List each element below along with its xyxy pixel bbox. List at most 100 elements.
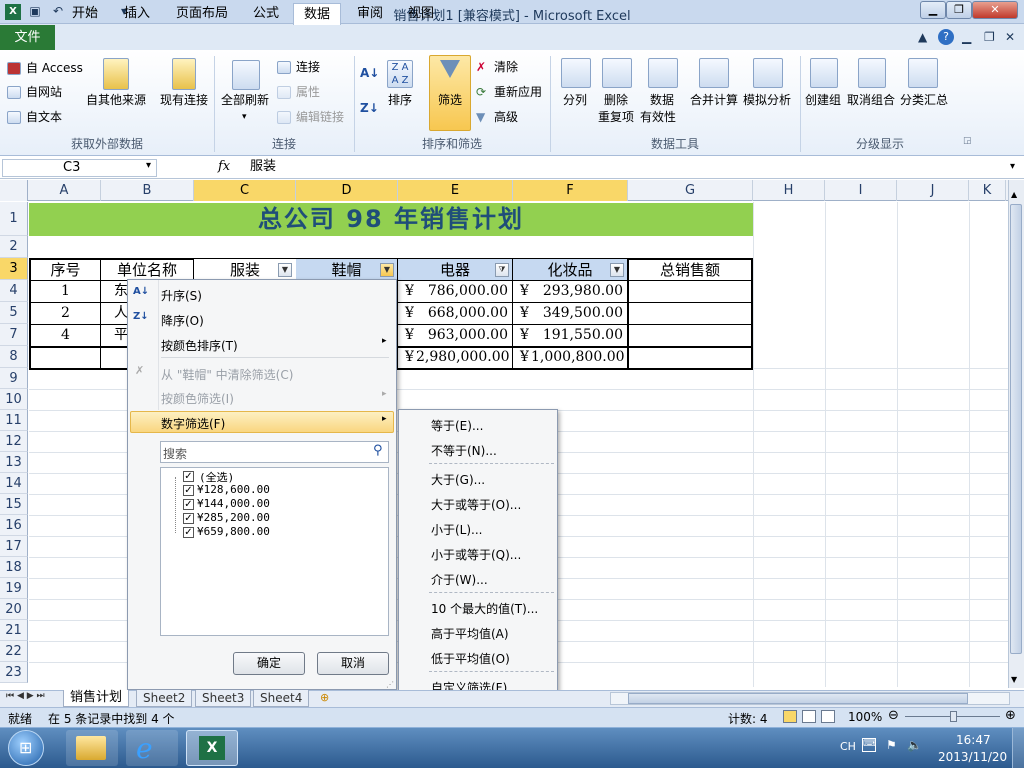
cancel-button[interactable]: 取消 — [317, 652, 389, 675]
col-header-a[interactable]: A — [28, 180, 101, 201]
menu-sort-descending[interactable]: 降序(O) — [161, 312, 204, 329]
row-header[interactable]: 22 — [0, 641, 28, 662]
col-header-d[interactable]: D — [296, 180, 398, 201]
what-if-analysis-button[interactable]: 模拟分析 — [743, 93, 791, 107]
cell-total-electric[interactable]: 2,980,000.00 — [416, 347, 510, 368]
sheet-title-banner[interactable]: 总公司 98 年销售计划 — [29, 203, 753, 236]
row-header[interactable]: 20 — [0, 599, 28, 620]
row-header[interactable]: 12 — [0, 431, 28, 452]
zoom-slider-thumb[interactable] — [950, 711, 957, 722]
menu-sort-by-color[interactable]: 按颜色排序(T) — [161, 337, 238, 354]
submenu-not-equals[interactable]: 不等于(N)... — [431, 442, 497, 459]
submenu-between[interactable]: 介于(W)... — [431, 571, 488, 588]
sort-ascending-icon[interactable]: A↓ — [360, 66, 379, 80]
submenu-less-or-equal[interactable]: 小于或等于(Q)... — [431, 546, 521, 563]
sheet-tab-active[interactable]: 销售计划 — [63, 690, 130, 707]
volume-icon[interactable]: 🔈 — [907, 738, 922, 752]
row-header[interactable]: 13 — [0, 452, 28, 473]
filter-dropdown-icon[interactable]: ▼ — [278, 263, 292, 277]
row-header[interactable]: 23 — [0, 662, 28, 683]
col-header-e[interactable]: E — [398, 180, 513, 201]
clear-button[interactable]: 清除 — [494, 60, 518, 74]
formula-input[interactable]: 服装 — [250, 159, 276, 175]
menu-clear-filter[interactable]: 从 "鞋帽" 中清除筛选(C) — [161, 366, 293, 383]
from-web-button[interactable]: 自网站 — [26, 85, 62, 99]
submenu-top-10[interactable]: 10 个最大的值(T)... — [431, 600, 538, 617]
row-header[interactable]: 5 — [0, 302, 28, 324]
sheet-tab[interactable]: Sheet2 — [136, 690, 193, 707]
submenu-greater-than[interactable]: 大于(G)... — [431, 471, 485, 488]
row-header[interactable]: 9 — [0, 368, 28, 389]
row-header[interactable]: 7 — [0, 324, 28, 346]
submenu-above-average[interactable]: 高于平均值(A) — [431, 625, 509, 642]
filter-active-icon[interactable]: ⧩ — [495, 263, 509, 277]
clock-time[interactable]: 16:47 — [956, 733, 991, 747]
cell-total-cosmetics[interactable]: 1,000,800.00 — [531, 347, 625, 368]
menu-sort-ascending[interactable]: 升序(S) — [161, 287, 202, 304]
edit-links-button[interactable]: 编辑链接 — [296, 110, 344, 124]
col-header-k[interactable]: K — [969, 180, 1006, 201]
ime-icon[interactable]: ⌨ — [862, 738, 876, 752]
cell-electric[interactable]: 668,000.00 — [420, 303, 508, 324]
filter-item-checkbox[interactable]: ✓ — [183, 527, 194, 538]
select-all-corner[interactable] — [0, 180, 28, 201]
cell-cosmetics[interactable]: 349,500.00 — [535, 303, 623, 324]
workbook-minimize-icon[interactable]: ▁ — [962, 30, 971, 44]
select-all-checkbox[interactable]: ✓ — [183, 471, 194, 482]
filter-dropdown-icon[interactable]: ▼ — [380, 263, 394, 277]
tab-view[interactable]: 视图 — [398, 3, 444, 25]
search-icon[interactable]: ⚲ — [373, 443, 383, 458]
page-break-view-icon[interactable] — [821, 710, 835, 723]
row-header[interactable]: 14 — [0, 473, 28, 494]
header-total[interactable]: 总销售额 — [629, 259, 751, 280]
from-access-button[interactable]: 自 Access — [26, 61, 83, 75]
insert-sheet-icon[interactable]: ⊕ — [320, 691, 329, 704]
col-header-i[interactable]: I — [825, 180, 897, 201]
header-seq[interactable]: 序号 — [31, 259, 100, 280]
consolidate-button[interactable]: 合并计算 — [690, 93, 738, 107]
filter-item-checkbox[interactable]: ✓ — [183, 499, 194, 510]
scroll-down-icon[interactable]: ▼ — [1011, 675, 1017, 684]
cell-cosmetics[interactable]: 191,550.00 — [535, 325, 623, 346]
row-header[interactable]: 15 — [0, 494, 28, 515]
advanced-button[interactable]: 高级 — [494, 110, 518, 124]
group-button[interactable]: 创建组 — [805, 93, 841, 107]
workbook-close-icon[interactable]: ✕ — [1005, 30, 1015, 44]
file-tab[interactable]: 文件 — [0, 25, 55, 50]
connections-button[interactable]: 连接 — [296, 60, 320, 74]
ungroup-button[interactable]: 取消组合 — [847, 93, 895, 107]
menu-number-filters[interactable]: 数字筛选(F) — [161, 415, 225, 432]
col-header-g[interactable]: G — [628, 180, 753, 201]
tab-page-layout[interactable]: 页面布局 — [166, 3, 238, 25]
workbook-restore-icon[interactable]: ❐ — [984, 30, 995, 44]
other-sources-button[interactable]: 自其他来源 — [86, 93, 146, 107]
row-header[interactable]: 19 — [0, 578, 28, 599]
reapply-button[interactable]: 重新应用 — [494, 85, 542, 99]
flag-icon[interactable]: ⚑ — [886, 738, 897, 752]
name-box-dropdown-icon[interactable]: ▾ — [146, 160, 151, 171]
cell-seq[interactable]: 1 — [31, 281, 100, 302]
zoom-in-icon[interactable]: ⊕ — [1005, 708, 1016, 723]
resize-grip-icon[interactable]: ⋰ — [386, 680, 394, 689]
header-unit[interactable]: 单位名称 — [101, 259, 193, 280]
row-header[interactable]: 2 — [0, 236, 28, 258]
col-header-j[interactable]: J — [897, 180, 969, 201]
horizontal-scrollbar-thumb[interactable] — [628, 693, 968, 704]
cell-seq[interactable]: 4 — [31, 325, 100, 346]
sheet-nav-icons[interactable]: ⏮ ◀ ▶ ⏭ — [6, 691, 45, 701]
scroll-up-icon[interactable]: ▲ — [1011, 190, 1017, 199]
clock-date[interactable]: 2013/11/20 — [938, 750, 1007, 764]
page-layout-view-icon[interactable] — [802, 710, 816, 723]
row-header[interactable]: 10 — [0, 389, 28, 410]
tab-insert[interactable]: 插入 — [114, 3, 160, 25]
filter-search-input[interactable]: 搜索 ⚲ — [160, 441, 389, 463]
filter-item-checkbox[interactable]: ✓ — [183, 485, 194, 496]
cell-cosmetics[interactable]: 293,980.00 — [535, 281, 623, 302]
submenu-greater-or-equal[interactable]: 大于或等于(O)... — [431, 496, 521, 513]
normal-view-icon[interactable] — [783, 710, 797, 723]
row-header[interactable]: 16 — [0, 515, 28, 536]
subtotal-button[interactable]: 分类汇总 — [900, 93, 948, 107]
zoom-out-icon[interactable]: ⊖ — [888, 708, 899, 723]
ribbon-collapse-icon[interactable]: ▲ — [918, 30, 927, 44]
col-header-h[interactable]: H — [753, 180, 825, 201]
